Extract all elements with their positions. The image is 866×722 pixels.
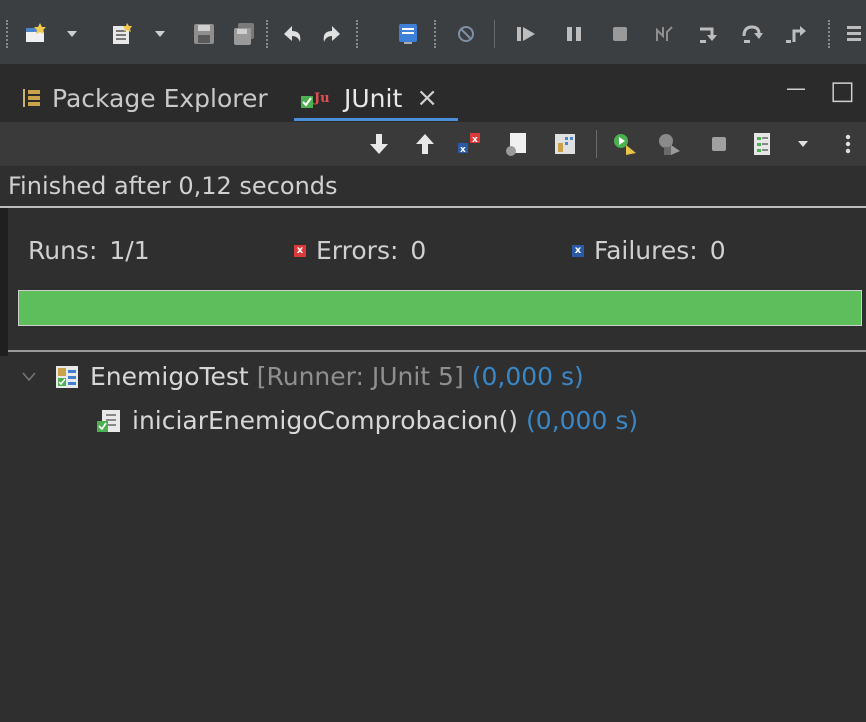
svg-text:Ju: Ju [313, 91, 330, 106]
dropdown-arrow-icon[interactable] [152, 22, 168, 46]
failures-value: 0 [709, 236, 726, 265]
runs-counter: Runs: 1/1 [28, 236, 150, 265]
tree-row-suite[interactable]: EnemigoTest [Runner: JUnit 5] (0,000 s) [22, 362, 584, 391]
new-file-icon[interactable] [110, 22, 134, 46]
resume-icon[interactable] [514, 22, 538, 46]
view-menu-icon[interactable] [838, 131, 858, 157]
rerun-test-icon[interactable] [612, 131, 638, 157]
step-into-icon[interactable] [696, 22, 720, 46]
junit-icon: Ju [300, 86, 338, 110]
errors-value: 0 [410, 236, 427, 265]
undo-icon[interactable] [280, 22, 304, 46]
new-wizard-icon[interactable] [24, 22, 48, 46]
junit-view-toolbar: xx [0, 122, 866, 166]
status-line: Finished after 0,12 seconds [0, 166, 866, 208]
minimize-view-icon[interactable]: — [786, 76, 806, 100]
test-name: iniciarEnemigoComprobacion() [132, 406, 519, 435]
toolbar-separator [434, 20, 436, 48]
suite-time: (0,000 s) [471, 362, 584, 391]
status-text: Finished after 0,12 seconds [8, 172, 338, 200]
main-toolbar [0, 0, 866, 64]
errors-label: Errors: [316, 236, 399, 265]
svg-text:x: x [472, 135, 478, 145]
test-history-icon[interactable] [750, 131, 776, 157]
runs-value: 1/1 [109, 236, 150, 265]
suite-name: EnemigoTest [90, 362, 249, 391]
error-icon: x [294, 244, 306, 257]
active-tab-indicator [294, 118, 458, 121]
suspend-icon[interactable] [562, 22, 586, 46]
divider [8, 350, 866, 352]
show-failures-only-icon[interactable]: xx [456, 131, 482, 157]
dropdown-arrow-icon[interactable] [64, 22, 80, 46]
toolbar-separator [596, 130, 597, 158]
svg-text:x: x [460, 145, 466, 155]
scroll-lock-icon[interactable] [504, 131, 530, 157]
errors-counter: x Errors: 0 [294, 236, 426, 265]
tree-row-test[interactable]: iniciarEnemigoComprobacion() (0,000 s) [96, 406, 638, 435]
toolbar-separator [266, 20, 268, 48]
toolbar-separator [356, 20, 358, 48]
close-icon[interactable]: × [416, 83, 438, 113]
step-return-icon[interactable] [784, 22, 808, 46]
debug-icon[interactable] [454, 22, 478, 46]
runs-label: Runs: [28, 236, 98, 265]
toolbar-grip [6, 20, 8, 48]
view-tab-bar: Package Explorer Ju JUnit × — □ [0, 64, 866, 122]
disconnect-icon[interactable] [652, 22, 676, 46]
toolbar-overflow-icon[interactable] [842, 22, 864, 46]
progress-fill [19, 291, 861, 325]
test-tree: EnemigoTest [Runner: JUnit 5] (0,000 s) … [0, 356, 866, 722]
tab-label: JUnit [344, 83, 403, 113]
test-run-history-icon[interactable] [552, 131, 578, 157]
test-counters: Runs: 1/1 x Errors: 0 x Failures: 0 [0, 230, 866, 274]
stop-test-icon[interactable] [706, 131, 732, 157]
step-over-icon[interactable] [740, 22, 764, 46]
save-all-icon[interactable] [232, 22, 256, 46]
test-method-icon [96, 408, 122, 434]
failures-label: Failures: [594, 236, 698, 265]
redo-icon[interactable] [320, 22, 344, 46]
failure-icon: x [572, 244, 584, 257]
toolbar-separator [494, 20, 495, 48]
tab-package-explorer[interactable]: Package Explorer [22, 76, 268, 120]
console-icon[interactable] [396, 22, 420, 46]
rerun-failed-first-icon[interactable] [656, 131, 682, 157]
history-dropdown-icon[interactable] [794, 131, 812, 157]
tab-junit[interactable]: Ju JUnit × [300, 76, 438, 120]
terminate-icon[interactable] [608, 22, 632, 46]
failures-counter: x Failures: 0 [572, 236, 726, 265]
next-failure-icon[interactable] [366, 131, 392, 157]
maximize-view-icon[interactable]: □ [830, 76, 855, 106]
previous-failure-icon[interactable] [412, 131, 438, 157]
test-progress-bar [18, 290, 862, 326]
toolbar-separator [828, 20, 830, 48]
suite-runner: [Runner: JUnit 5] [256, 362, 464, 391]
test-suite-icon [54, 364, 80, 390]
save-icon[interactable] [192, 22, 216, 46]
tab-label: Package Explorer [52, 83, 268, 113]
test-time: (0,000 s) [526, 406, 639, 435]
chevron-down-icon[interactable] [22, 372, 36, 382]
package-explorer-icon [22, 87, 42, 109]
